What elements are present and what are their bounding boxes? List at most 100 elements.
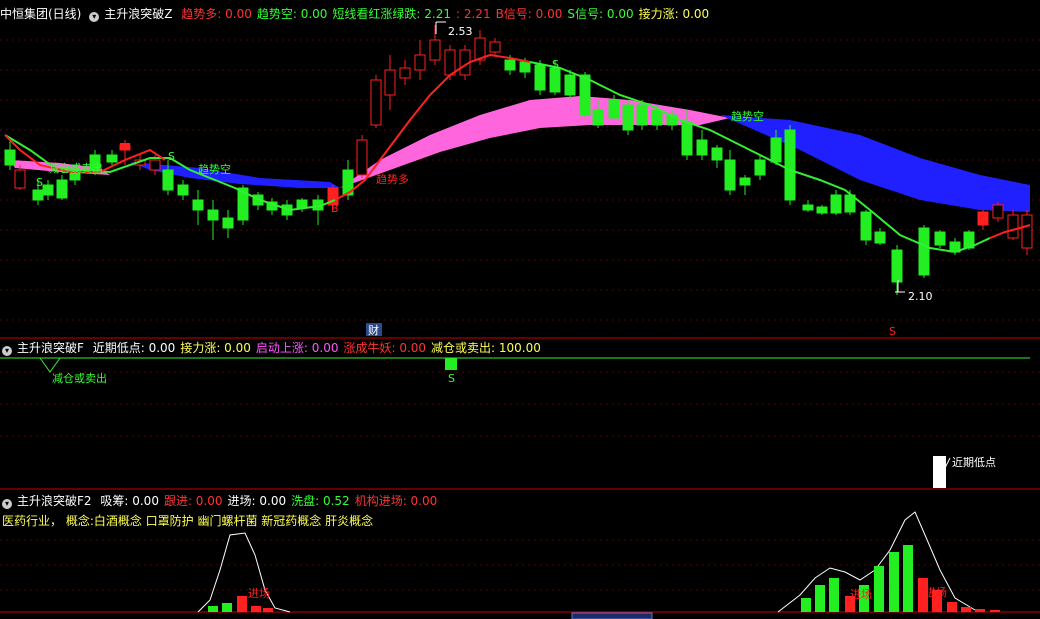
sell-signal-label: S — [889, 325, 896, 338]
indicator-field: 接力涨: 0.00 — [638, 7, 710, 21]
collapse-circle-icon[interactable]: ▾ — [2, 346, 12, 356]
candle-body — [934, 231, 946, 246]
sell-signal-label: S — [448, 372, 455, 385]
enter-label: 进场 — [248, 586, 270, 600]
candle-body — [4, 149, 16, 166]
indicator-fields: 趋势多: 0.00 趋势空: 0.00 短线看红涨绿跌: 2.21: 2.21 B信号… — [181, 7, 714, 21]
candle-body — [429, 39, 441, 61]
reduce-sell-label: 减仓或卖出 — [52, 371, 107, 385]
candle-body — [42, 184, 54, 196]
candle-body — [296, 199, 308, 209]
sell-signal-label: S — [36, 176, 43, 189]
indicator-fields: 近期低点: 0.00 接力涨: 0.00 启动上涨: 0.00 涨成牛妖: 0.00 减… — [93, 341, 546, 355]
candle-body — [444, 49, 456, 76]
candle-body — [192, 199, 204, 211]
candle-body — [770, 137, 782, 163]
flow-bar — [874, 566, 884, 612]
recent-low-label: 近期低点 — [952, 456, 996, 469]
indicator-field: 启动上涨: 0.00 — [255, 341, 339, 355]
collapse-circle-icon[interactable]: ▾ — [2, 499, 12, 509]
candle-body — [696, 139, 708, 156]
candle-body — [14, 169, 26, 189]
flow-bar — [251, 606, 261, 612]
candle-body — [874, 231, 886, 244]
candle-body — [356, 139, 368, 176]
flow-bar — [263, 608, 273, 612]
flow-bar — [237, 596, 247, 612]
candle-body — [384, 69, 396, 96]
timeline-scrollbar — [571, 612, 653, 619]
panel1-header: 中恒集团(日线) ▾ 主升浪突破Z 趋势多: 0.00 趋势空: 0.00 短线看红涨… — [0, 6, 719, 22]
enter-label: 进场 — [850, 587, 872, 601]
candle-body — [564, 74, 576, 96]
candle-body — [992, 204, 1004, 219]
indicator-field: 涨成牛妖: 0.00 — [343, 341, 427, 355]
candle-body — [724, 159, 736, 191]
bearish-band — [130, 162, 340, 188]
candle-body — [1021, 214, 1033, 249]
buy-signal-label: B — [331, 202, 339, 215]
candle-body — [1007, 214, 1019, 239]
candle-body — [784, 129, 796, 201]
indicator-name[interactable]: 主升浪突破Z — [104, 7, 172, 21]
flow-bar — [961, 607, 971, 612]
candle-body — [802, 204, 814, 211]
candle-body — [816, 206, 828, 214]
high-marker — [435, 21, 446, 34]
trend-empty-label: 趋势空 — [198, 162, 231, 176]
flow-bar — [801, 598, 811, 612]
candle-body — [711, 147, 723, 161]
candle-body — [120, 143, 130, 150]
flow-bar — [208, 606, 218, 612]
candle-body — [754, 159, 766, 176]
flow-bar — [815, 585, 825, 612]
candle-body — [978, 212, 988, 225]
recent-low-bar — [933, 456, 946, 488]
reduce-sell-label: 减仓或卖出 — [48, 161, 103, 175]
candle-body — [106, 154, 118, 163]
flow-bar — [222, 603, 232, 612]
indicator-field: 洗盘: 0.52 — [291, 494, 350, 508]
candle-body — [651, 109, 663, 126]
indicator-field: 接力涨: 0.00 — [180, 341, 251, 355]
candle-body — [891, 249, 903, 283]
candle-body — [399, 67, 411, 79]
indicator-field: 趋势空: 0.00 — [256, 7, 328, 21]
candle-body — [177, 184, 189, 196]
indicator-name[interactable]: 主升浪突破F — [17, 341, 84, 355]
flow-bar — [903, 545, 913, 612]
candle-body — [489, 41, 501, 53]
panel3-header: ▾ 主升浪突破F2 吸筹: 0.00 跟进: 0.00 进场: 0.00 洗盘: 0.5… — [0, 493, 447, 509]
candle-body — [207, 209, 219, 221]
candle-body — [222, 217, 234, 229]
indicator-field: 趋势多: 0.00 — [181, 7, 252, 21]
candle-body — [56, 179, 68, 199]
candle-body — [681, 121, 693, 156]
indicator-name[interactable]: 主升浪突破F2 — [17, 494, 92, 508]
indicator-field: 减仓或卖出: 100.00 — [431, 341, 541, 355]
candle-body — [162, 169, 174, 191]
flow-bar — [990, 610, 1000, 612]
indicator-field: 进场: 0.00 — [227, 494, 287, 508]
trend-empty-label: 趋势空 — [731, 109, 764, 123]
indicator-field: 机构进场: 0.00 — [354, 494, 438, 508]
candle-body — [608, 99, 620, 119]
candle-body — [414, 54, 426, 71]
candle-body — [534, 64, 546, 91]
flow-bar — [829, 578, 839, 612]
high-label: 2.53 — [448, 25, 473, 38]
candle-body — [579, 74, 591, 116]
candle-body — [370, 79, 382, 126]
collapse-circle-icon[interactable]: ▾ — [89, 12, 100, 22]
stock-name[interactable]: 中恒集团(日线) — [0, 7, 81, 21]
flow-bar — [947, 602, 957, 612]
candle-body — [636, 104, 648, 126]
sell-signal-bar — [445, 358, 457, 370]
signal-dip — [39, 357, 61, 373]
candle-body — [918, 227, 930, 276]
candle-body — [519, 61, 531, 73]
flow-bar — [889, 552, 899, 612]
sell-signal-label: S — [552, 58, 559, 71]
financial-badge: 财 — [368, 323, 379, 337]
candle-body — [592, 109, 604, 126]
